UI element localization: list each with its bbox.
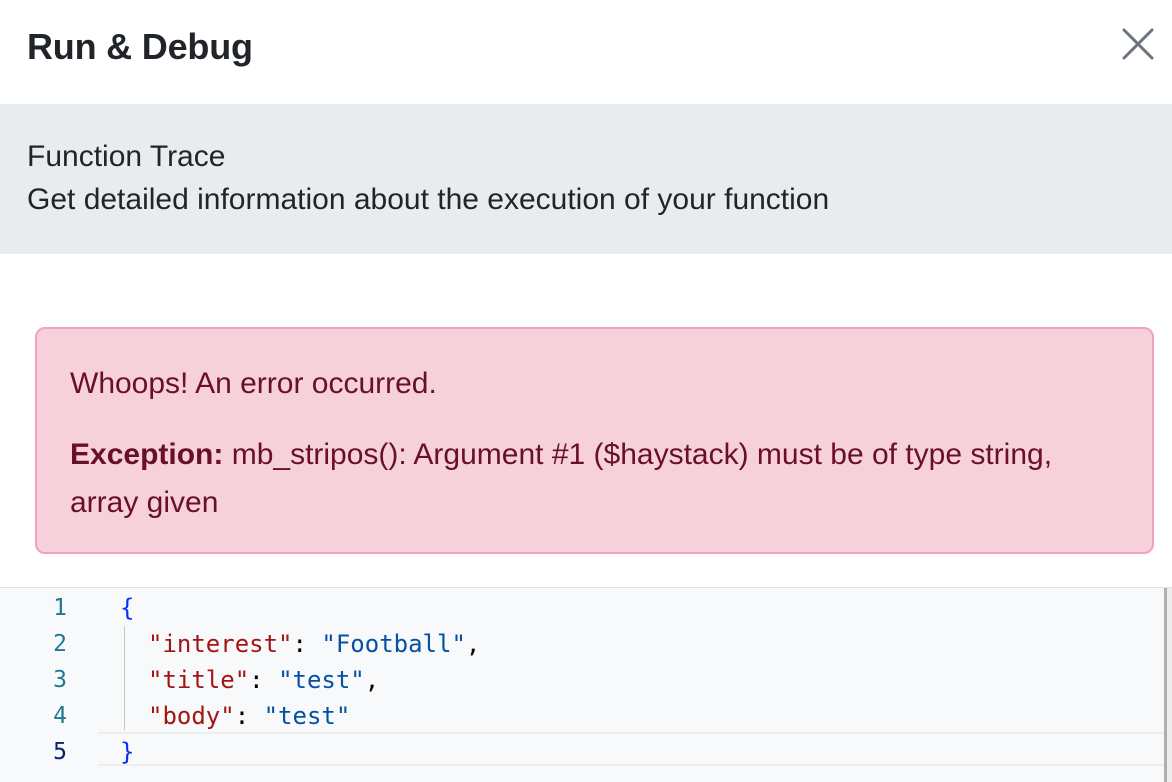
json-comma: , — [465, 630, 481, 658]
code-line[interactable]: { — [120, 590, 134, 626]
error-detail: Exception: mb_stripos(): Argument #1 ($h… — [70, 431, 1110, 527]
run-debug-modal: Run & Debug Function Trace Get detailed … — [0, 0, 1172, 782]
exception-label: Exception: — [70, 438, 224, 471]
line-number: 2 — [53, 631, 67, 657]
line-number-active: 5 — [53, 739, 67, 765]
json-comma: , — [364, 666, 380, 694]
json-key: "title" — [148, 666, 250, 694]
current-line-highlight — [98, 732, 1172, 766]
json-colon: : — [249, 666, 279, 694]
json-code-editor[interactable]: 1 2 3 4 5 { "interest": "Football", "tit… — [0, 587, 1172, 782]
close-brace: } — [120, 738, 135, 766]
json-colon: : — [234, 702, 264, 730]
close-button[interactable] — [1118, 24, 1158, 64]
error-heading: Whoops! An error occurred. — [70, 367, 437, 400]
indent-guide — [124, 626, 125, 730]
json-value: "test" — [278, 666, 365, 694]
code-line[interactable]: "interest": "Football", — [148, 626, 480, 662]
open-brace: { — [120, 594, 135, 622]
json-key: "interest" — [148, 630, 293, 658]
code-line[interactable]: "body": "test" — [148, 698, 350, 734]
line-number: 1 — [53, 595, 67, 621]
line-number-gutter: 1 2 3 4 5 — [0, 588, 95, 782]
error-alert: Whoops! An error occurred. Exception: mb… — [35, 327, 1154, 554]
json-value: "Football" — [321, 630, 466, 658]
modal-title: Run & Debug — [27, 26, 253, 67]
modal-header: Run & Debug — [0, 0, 1172, 104]
function-trace-subtitle: Get detailed information about the execu… — [27, 183, 830, 216]
code-line[interactable]: "title": "test", — [148, 662, 379, 698]
json-colon: : — [292, 630, 322, 658]
function-trace-title: Function Trace — [27, 140, 226, 173]
code-line[interactable]: } — [120, 734, 134, 770]
close-icon — [1122, 28, 1154, 60]
line-number: 3 — [53, 667, 67, 693]
editor-scrollbar[interactable] — [1164, 588, 1172, 782]
line-number: 4 — [53, 703, 67, 729]
json-value: "test" — [263, 702, 351, 730]
json-key: "body" — [148, 702, 235, 730]
function-trace-band: Function Trace Get detailed information … — [0, 104, 1172, 254]
